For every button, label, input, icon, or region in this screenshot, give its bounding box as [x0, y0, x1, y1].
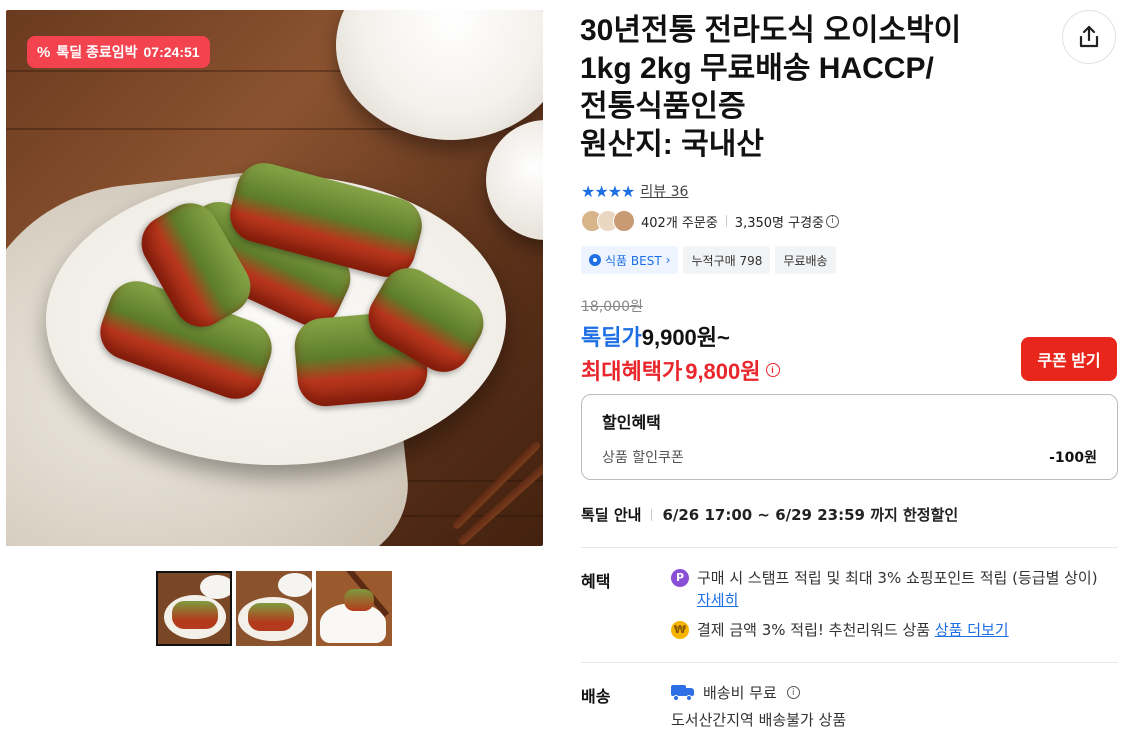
discount-item-value: -100원: [1049, 450, 1097, 466]
star-rating: ★★★★: [581, 181, 635, 201]
original-price: 18,000원: [581, 299, 643, 315]
deal-price-label: 톡딜가: [581, 325, 642, 350]
divider: [581, 547, 1118, 548]
benefit-stamp-text: 구매 시 스탬프 적립 및 최대 3% 쇼핑포인트 적립 (등급별 상이): [697, 569, 1098, 587]
discount-box: 할인혜택 상품 할인쿠폰 -100원: [581, 394, 1118, 480]
thumbnail-2[interactable]: [236, 571, 312, 646]
get-coupon-button[interactable]: 쿠폰 받기: [1021, 337, 1117, 381]
deal-price-amount: 9,900원~: [641, 325, 730, 350]
shipping-fee: 배송비 무료: [703, 684, 777, 702]
deal-info-value: 6/26 17:00 ~ 6/29 23:59 까지 한정할인: [662, 506, 959, 524]
thumbnail-strip: [156, 571, 392, 646]
percent-icon: %: [37, 43, 51, 61]
deal-timer: 07:24:51: [143, 44, 200, 60]
deal-info-label: 톡딜 안내: [581, 506, 642, 524]
shipping-fee-line: 배송비 무료 i: [671, 682, 1111, 704]
max-price-amount: 9,800원: [685, 359, 761, 384]
watching-count: 3,350명 구경중: [734, 215, 824, 231]
truck-icon: [671, 685, 695, 701]
share-button[interactable]: [1062, 10, 1116, 64]
tag-label: 무료배송: [783, 253, 828, 268]
avatar: [613, 210, 635, 232]
info-icon[interactable]: i: [765, 363, 780, 377]
order-count: 402개 주문중: [641, 215, 718, 231]
title-line-4: 원산지: 국내산: [580, 128, 764, 161]
max-benefit-price: 최대혜택가 9,800원 i: [581, 354, 780, 386]
main-product-image: % 톡딜 종료임박 07:24:51: [6, 10, 543, 546]
max-price-label: 최대혜택가: [581, 359, 683, 384]
title-line-2: 1kg 2kg 무료배송 HACCP/: [580, 52, 934, 85]
buyer-avatars: [581, 210, 635, 232]
benefit-reward-text: 결제 금액 3% 적립! 추천리워드 상품: [697, 621, 931, 639]
title-line-1: 30년전통 전라도식 오이소박이: [580, 14, 962, 47]
point-icon: P: [671, 569, 689, 587]
reward-icon: ₩: [671, 621, 689, 639]
product-title: 30년전통 전라도식 오이소박이 1kg 2kg 무료배송 HACCP/ 전통식…: [580, 12, 1040, 164]
chevron-right-icon: ›: [665, 253, 671, 267]
deal-ending-badge: % 톡딜 종료임박 07:24:51: [27, 36, 210, 68]
deal-info: 톡딜 안내 6/26 17:00 ~ 6/29 23:59 까지 한정할인: [581, 504, 958, 525]
badge-icon: [589, 254, 601, 266]
info-icon[interactable]: i: [786, 686, 800, 699]
tag-label: 식품 BEST: [605, 253, 662, 268]
share-icon: [1079, 25, 1099, 48]
benefit-line-stamp: P 구매 시 스탬프 적립 및 최대 3% 쇼핑포인트 적립 (등급별 상이) …: [671, 567, 1111, 611]
discount-heading: 할인혜택: [602, 415, 661, 432]
details-link[interactable]: 자세히: [697, 591, 738, 609]
thumbnail-1[interactable]: [156, 571, 232, 646]
benefit-line-reward: ₩ 결제 금액 3% 적립! 추천리워드 상품 상품 더보기: [671, 619, 1111, 641]
shipping-note-line: 도서산간지역 배송불가 상품: [671, 709, 1111, 731]
deal-price: 톡딜가9,900원~: [581, 320, 730, 352]
discount-item-label: 상품 할인쿠폰: [602, 450, 684, 466]
shipping-note: 도서산간지역 배송불가 상품: [671, 711, 847, 729]
shipping-label: 배송: [581, 689, 611, 706]
rating-row: ★★★★ 리뷰 36: [581, 181, 688, 201]
benefits-label: 혜택: [581, 574, 611, 591]
product-tags: 식품 BEST › 누적구매 798 무료배송: [581, 246, 836, 274]
thumbnail-3[interactable]: [316, 571, 392, 646]
more-products-link[interactable]: 상품 더보기: [935, 621, 1009, 639]
divider: [581, 662, 1118, 663]
review-link[interactable]: 리뷰 36: [640, 181, 688, 201]
order-stats: 402개 주문중 3,350명 구경중 i: [581, 210, 839, 232]
tag-food-best[interactable]: 식품 BEST ›: [581, 246, 679, 274]
info-icon[interactable]: i: [826, 214, 839, 228]
tag-label: 누적구매 798: [691, 253, 763, 268]
deal-badge-label: 톡딜 종료임박: [56, 44, 138, 60]
tag-cumulative-purchase: 누적구매 798: [683, 246, 771, 274]
title-line-3: 전통식품인증: [580, 90, 746, 123]
tag-free-shipping: 무료배송: [775, 246, 836, 274]
